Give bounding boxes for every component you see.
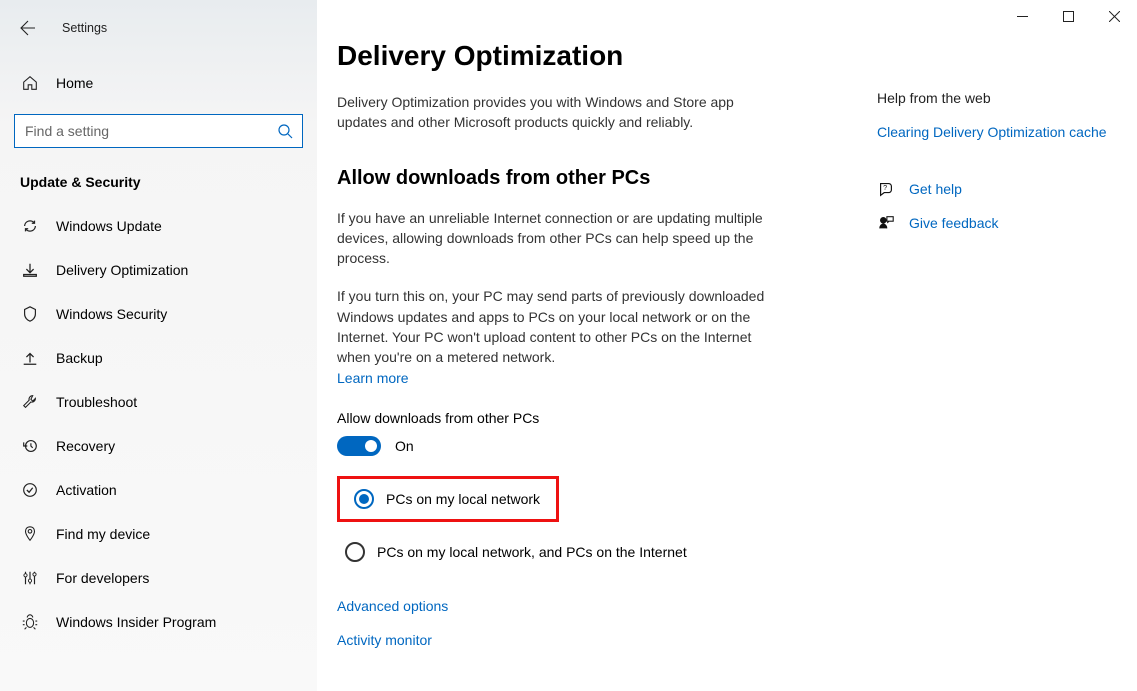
radio-local-network[interactable]: PCs on my local network [346,483,548,515]
main: Delivery Optimization Delivery Optimizat… [317,0,1137,691]
nav-delivery-optimization[interactable]: Delivery Optimization [0,248,317,292]
sidebar: Settings Home Update & Security Windows … [0,0,317,691]
nav-recovery[interactable]: Recovery [0,424,317,468]
toggle-row: On [337,436,849,456]
arrow-left-icon [20,20,36,36]
app-title: Settings [62,21,107,35]
right-column: Help from the web Clearing Delivery Opti… [877,0,1137,691]
svg-text:?: ? [883,183,887,192]
help-header: Help from the web [877,90,1117,106]
nav-backup[interactable]: Backup [0,336,317,380]
advanced-options-link[interactable]: Advanced options [337,598,849,614]
titlebar: Settings [0,8,317,48]
back-button[interactable] [12,12,44,44]
search-icon [277,123,293,139]
content: Delivery Optimization Delivery Optimizat… [317,0,877,691]
help-article-link[interactable]: Clearing Delivery Optimization cache [877,124,1117,140]
allow-downloads-toggle[interactable] [337,436,381,456]
nav-label: Delivery Optimization [56,262,188,278]
home-nav[interactable]: Home [0,66,317,100]
page-title: Delivery Optimization [337,40,849,72]
give-feedback-link[interactable]: Give feedback [877,214,1117,232]
nav-windows-security[interactable]: Windows Security [0,292,317,336]
minimize-icon [1017,11,1028,22]
location-icon [20,524,40,544]
nav-troubleshoot[interactable]: Troubleshoot [0,380,317,424]
give-feedback-label: Give feedback [909,215,999,231]
get-help-label: Get help [909,181,962,197]
nav-label: Troubleshoot [56,394,137,410]
highlight-box: PCs on my local network [337,476,559,522]
maximize-icon [1063,11,1074,22]
toggle-state: On [395,438,414,454]
search-wrap [14,114,303,148]
nav-windows-insider[interactable]: Windows Insider Program [0,600,317,644]
nav-label: Activation [56,482,117,498]
nav-for-developers[interactable]: For developers [0,556,317,600]
maximize-button[interactable] [1045,0,1091,32]
section-para2: If you turn this on, your PC may send pa… [337,286,767,367]
download-icon [20,260,40,280]
window-controls [999,0,1137,32]
nav-windows-update[interactable]: Windows Update [0,204,317,248]
nav-label: Windows Insider Program [56,614,216,630]
radio-local-and-internet[interactable]: PCs on my local network, and PCs on the … [337,536,849,568]
upload-icon [20,348,40,368]
radio-button-icon [345,542,365,562]
nav-label: Windows Update [56,218,162,234]
bug-icon [20,612,40,632]
section-para1: If you have an unreliable Internet conne… [337,208,767,269]
home-label: Home [56,75,93,91]
section-title: Allow downloads from other PCs [337,167,849,190]
shield-icon [20,304,40,324]
nav-label: For developers [56,570,149,586]
toggle-knob [365,440,377,452]
clock-icon [20,436,40,456]
help-icon: ? [877,180,895,198]
intro-text: Delivery Optimization provides you with … [337,92,767,133]
nav-activation[interactable]: Activation [0,468,317,512]
wrench-icon [20,392,40,412]
nav-find-my-device[interactable]: Find my device [0,512,317,556]
nav-label: Recovery [56,438,115,454]
close-icon [1109,11,1120,22]
links-block: Advanced options Activity monitor [337,598,849,648]
radio-button-checked-icon [354,489,374,509]
radio-label: PCs on my local network [386,491,540,507]
sync-icon [20,216,40,236]
feedback-icon [877,214,895,232]
learn-more-link[interactable]: Learn more [337,370,849,386]
group-title: Update & Security [0,166,317,204]
nav-label: Find my device [56,526,150,542]
toggle-label: Allow downloads from other PCs [337,410,849,426]
check-circle-icon [20,480,40,500]
close-button[interactable] [1091,0,1137,32]
get-help-link[interactable]: ? Get help [877,180,1117,198]
sliders-icon [20,568,40,588]
nav-label: Windows Security [56,306,167,322]
radio-label: PCs on my local network, and PCs on the … [377,544,687,560]
nav-label: Backup [56,350,103,366]
search-input[interactable] [14,114,303,148]
home-icon [20,74,40,92]
activity-monitor-link[interactable]: Activity monitor [337,632,849,648]
minimize-button[interactable] [999,0,1045,32]
